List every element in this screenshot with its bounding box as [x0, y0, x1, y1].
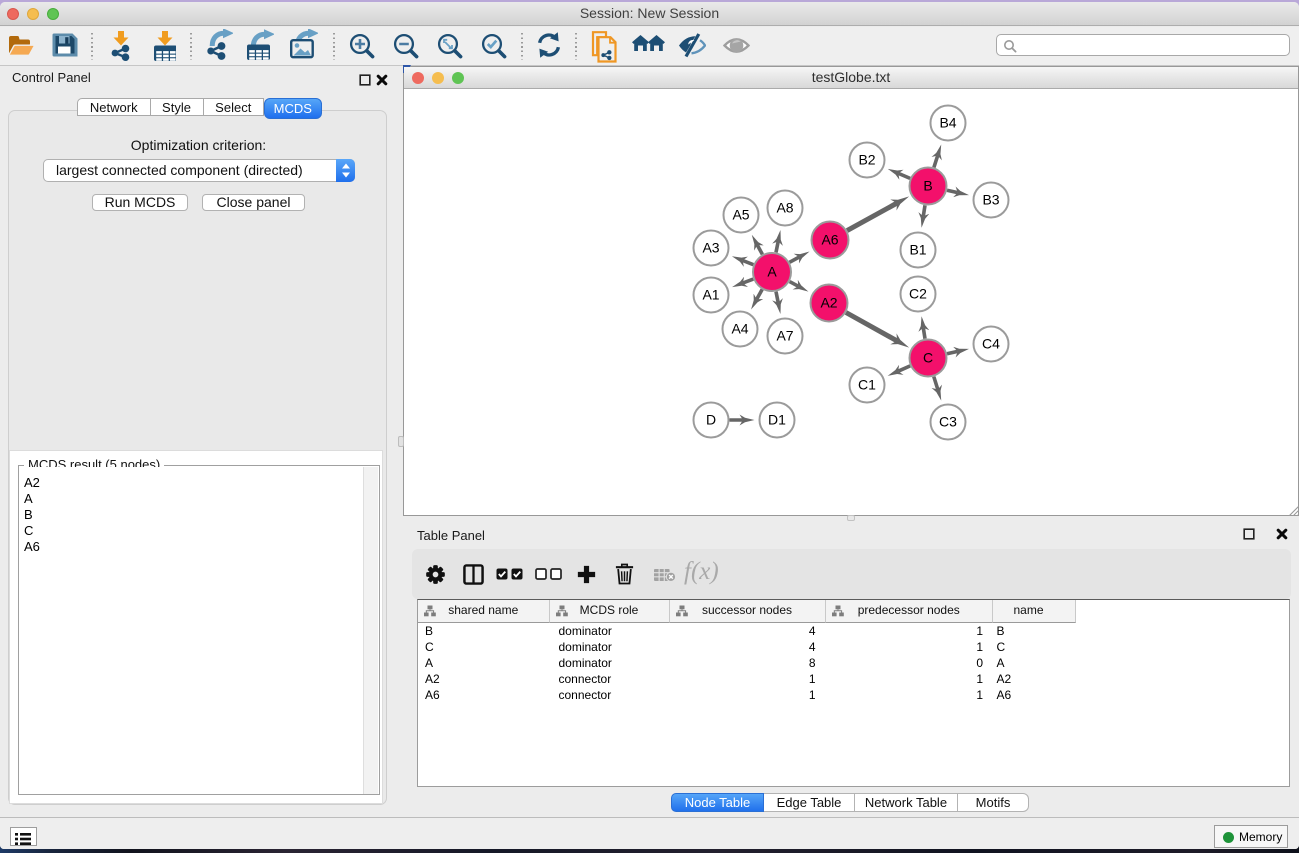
svg-text:D: D [706, 412, 716, 428]
svg-text:B3: B3 [982, 192, 999, 208]
svg-text:A7: A7 [776, 328, 793, 344]
svg-text:C2: C2 [909, 286, 927, 302]
svg-text:A8: A8 [776, 200, 793, 216]
svg-text:C: C [923, 350, 933, 366]
svg-text:A5: A5 [732, 207, 749, 223]
svg-text:B1: B1 [909, 242, 926, 258]
svg-text:A2: A2 [820, 295, 837, 311]
svg-text:B: B [923, 178, 932, 194]
svg-text:B4: B4 [939, 115, 956, 131]
svg-text:A4: A4 [731, 321, 748, 337]
svg-text:C1: C1 [858, 377, 876, 393]
svg-text:B2: B2 [858, 152, 875, 168]
svg-text:D1: D1 [768, 412, 786, 428]
svg-text:C3: C3 [939, 414, 957, 430]
svg-text:C4: C4 [982, 336, 1000, 352]
svg-text:A1: A1 [702, 287, 719, 303]
svg-text:A6: A6 [821, 232, 838, 248]
svg-text:A: A [767, 264, 777, 280]
svg-text:A3: A3 [702, 240, 719, 256]
